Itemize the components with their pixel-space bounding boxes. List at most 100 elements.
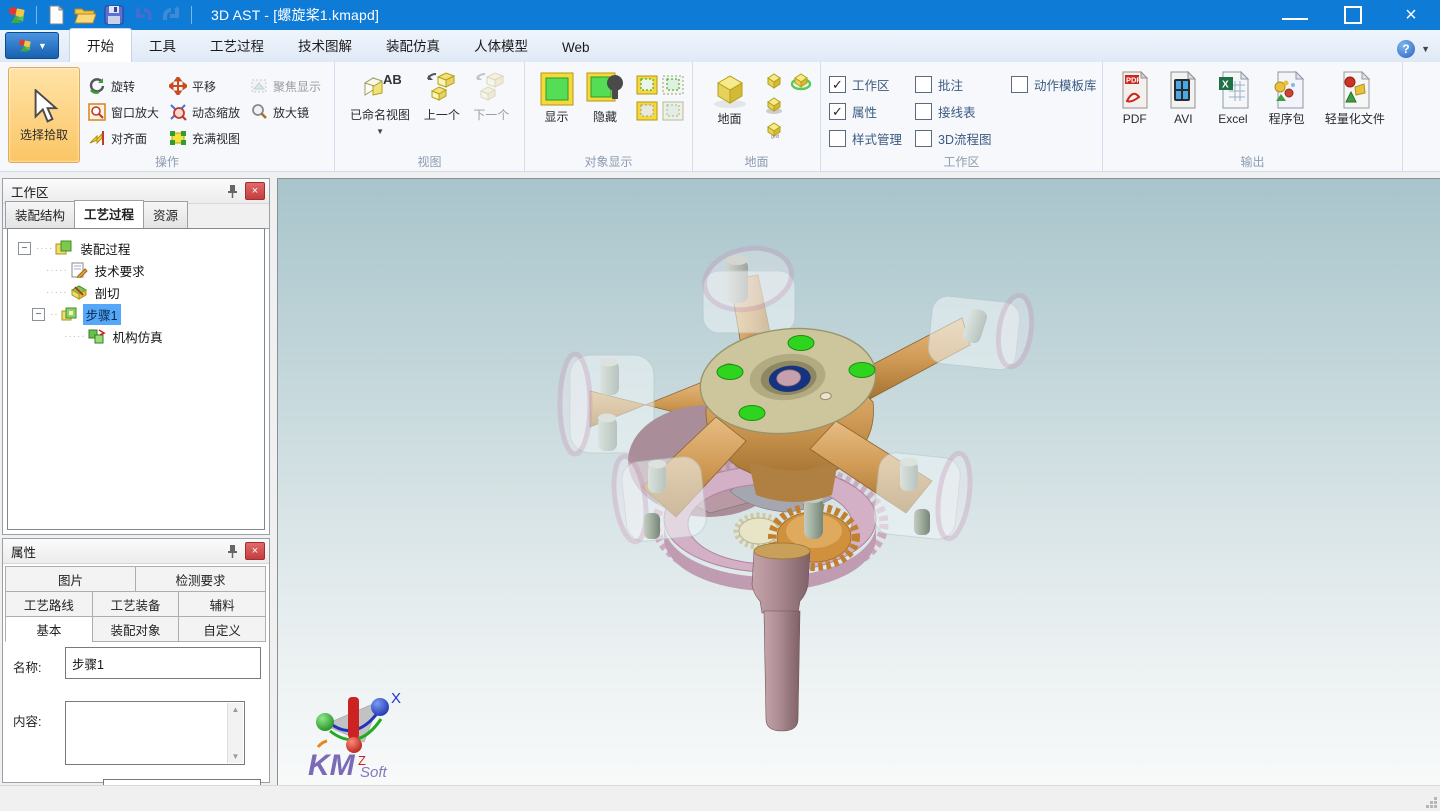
named-views-button[interactable]: AB 已命名视图 ▼ xyxy=(343,67,417,143)
resize-grip-icon[interactable] xyxy=(1424,795,1438,809)
tree-item-section-cut[interactable]: ····· 剖切 xyxy=(18,281,264,303)
collapse-icon[interactable]: − xyxy=(18,242,31,255)
tab-auxiliary-materials[interactable]: 辅料 xyxy=(178,591,266,617)
pan-button[interactable]: 平移 xyxy=(167,73,242,99)
piston-cylinder-lower-left xyxy=(609,454,708,543)
tab-custom[interactable]: 自定义 xyxy=(178,616,266,642)
show-all-button[interactable] xyxy=(662,75,684,95)
application-menu-button[interactable]: ▼ xyxy=(5,32,59,59)
name-field-label: 名称: xyxy=(13,657,41,676)
maximize-button[interactable] xyxy=(1324,0,1382,30)
magnifier-button[interactable]: 放大镜 xyxy=(248,99,323,125)
tab-process-flow[interactable]: 工艺过程 xyxy=(74,200,144,228)
tab-tools[interactable]: 工具 xyxy=(132,29,193,62)
ribbon-group-ground: 地面 grid 地面 xyxy=(693,62,821,171)
checkbox-3d-flowchart[interactable]: 3D流程图 xyxy=(915,125,1011,152)
maximize-icon xyxy=(1344,6,1362,24)
tab-home[interactable]: 开始 xyxy=(69,28,132,62)
help-icon[interactable]: ? xyxy=(1397,40,1415,58)
ground-ring-cube-button[interactable] xyxy=(790,71,812,91)
scroll-down-icon[interactable]: ▼ xyxy=(232,752,240,761)
svg-text:AB: AB xyxy=(383,72,401,87)
viewport-3d[interactable]: X Z KM Soft xyxy=(277,178,1440,785)
checkbox-style-management[interactable]: 样式管理 xyxy=(829,125,915,152)
undo-button[interactable] xyxy=(130,3,156,27)
checkbox-unchecked-icon xyxy=(915,130,932,147)
tab-process-route[interactable]: 工艺路线 xyxy=(5,591,93,617)
tab-assembly-object[interactable]: 装配对象 xyxy=(92,616,180,642)
minimize-button[interactable] xyxy=(1266,0,1324,30)
axis-y-sphere xyxy=(316,713,334,731)
ground-small-cube-button[interactable] xyxy=(764,71,784,91)
ground-shadow-cube-button[interactable] xyxy=(764,95,784,115)
scroll-up-icon[interactable]: ▲ xyxy=(232,705,240,714)
tab-assembly-simulation[interactable]: 装配仿真 xyxy=(369,29,457,62)
export-package-button[interactable]: 程序包 xyxy=(1260,67,1314,130)
pin-icon[interactable] xyxy=(223,542,241,560)
checkbox-unchecked-icon xyxy=(1011,76,1028,93)
checkbox-unchecked-icon xyxy=(915,103,932,120)
hide-selected-button[interactable] xyxy=(636,101,658,121)
close-icon[interactable]: × xyxy=(245,542,265,560)
tab-process-equipment[interactable]: 工艺装备 xyxy=(92,591,180,617)
checkbox-properties[interactable]: ✓属性 xyxy=(829,98,915,125)
checkbox-workspace[interactable]: ✓工作区 xyxy=(829,71,915,98)
tab-human-model[interactable]: 人体模型 xyxy=(457,29,545,62)
tab-process[interactable]: 工艺过程 xyxy=(193,29,281,62)
checkbox-checked-icon: ✓ xyxy=(829,103,846,120)
open-folder-button[interactable] xyxy=(72,3,98,27)
checkbox-wiring-table[interactable]: 接线表 xyxy=(915,98,1011,125)
content-textarea[interactable]: ▲ ▼ xyxy=(65,701,245,765)
logo-km-text: KM xyxy=(308,749,356,782)
rotate-button[interactable]: 旋转 xyxy=(86,73,161,99)
checkbox-unchecked-icon xyxy=(829,130,846,147)
ground-grid-cube-button[interactable]: grid xyxy=(764,119,784,139)
show-selected-button[interactable] xyxy=(636,75,658,95)
tab-web[interactable]: Web xyxy=(545,34,607,62)
tree-item-technical-requirements[interactable]: ····· 技术要求 xyxy=(18,259,264,281)
show-button[interactable]: 显示 xyxy=(533,67,580,128)
tab-inspection-requirements[interactable]: 检测要求 xyxy=(135,566,266,592)
cursor-icon xyxy=(29,89,59,125)
tree-item-mechanism-simulation[interactable]: ····· 机构仿真 xyxy=(18,325,264,347)
align-face-button[interactable]: 对齐面 xyxy=(86,125,161,151)
collapse-icon[interactable]: − xyxy=(32,308,45,321)
select-pick-button[interactable]: 选择拾取 xyxy=(8,67,80,163)
pin-icon[interactable] xyxy=(223,182,241,200)
hide-all-button[interactable] xyxy=(662,101,684,121)
name-input[interactable] xyxy=(65,647,261,679)
fit-view-button[interactable]: 充满视图 xyxy=(167,125,242,151)
redo-button[interactable] xyxy=(159,3,185,27)
group-label-workspace: 工作区 xyxy=(821,153,1102,170)
checkbox-annotation[interactable]: 批注 xyxy=(915,71,1011,98)
window-controls: × xyxy=(1266,0,1440,30)
scrollbar[interactable]: ▲ ▼ xyxy=(227,703,243,763)
previous-view-button[interactable]: 上一个 xyxy=(417,67,466,126)
ground-button[interactable]: 地面 xyxy=(701,67,758,130)
close-icon[interactable]: × xyxy=(245,182,265,200)
tab-basic[interactable]: 基本 xyxy=(5,616,93,642)
focus-display-button[interactable]: 聚焦显示 xyxy=(248,73,323,99)
workspace-panel: 工作区 × 装配结构 工艺过程 资源 − ···· 装配过程 ····· xyxy=(2,178,270,535)
ribbon: 选择拾取 旋转 窗口放大 对齐面 平移 动态缩放 xyxy=(0,62,1440,172)
export-avi-button[interactable]: AVI xyxy=(1161,67,1207,130)
chevron-down-icon[interactable]: ▼ xyxy=(1421,44,1430,54)
tab-technical-illustration[interactable]: 技术图解 xyxy=(281,29,369,62)
tab-picture[interactable]: 图片 xyxy=(5,566,136,592)
export-lightweight-file-button[interactable]: 轻量化文件 xyxy=(1316,67,1394,130)
tab-assembly-structure[interactable]: 装配结构 xyxy=(5,201,75,228)
next-view-button[interactable]: 下一个 xyxy=(467,67,516,126)
tab-resources[interactable]: 资源 xyxy=(143,201,188,228)
group-label-ground: 地面 xyxy=(693,153,820,170)
save-button[interactable] xyxy=(101,3,127,27)
hide-button[interactable]: 隐藏 xyxy=(580,67,630,128)
tree-item-assembly-process[interactable]: − ···· 装配过程 xyxy=(18,237,264,259)
dynamic-zoom-button[interactable]: 动态缩放 xyxy=(167,99,242,125)
new-document-button[interactable] xyxy=(43,3,69,27)
close-button[interactable]: × xyxy=(1382,0,1440,30)
export-pdf-button[interactable]: PDF PDF xyxy=(1111,67,1159,130)
properties-panel-title: 属性 xyxy=(11,542,36,561)
window-zoom-button[interactable]: 窗口放大 xyxy=(86,99,161,125)
export-excel-button[interactable]: X Excel xyxy=(1208,67,1257,130)
tree-item-step1[interactable]: − ·· 步骤1 xyxy=(18,303,264,325)
